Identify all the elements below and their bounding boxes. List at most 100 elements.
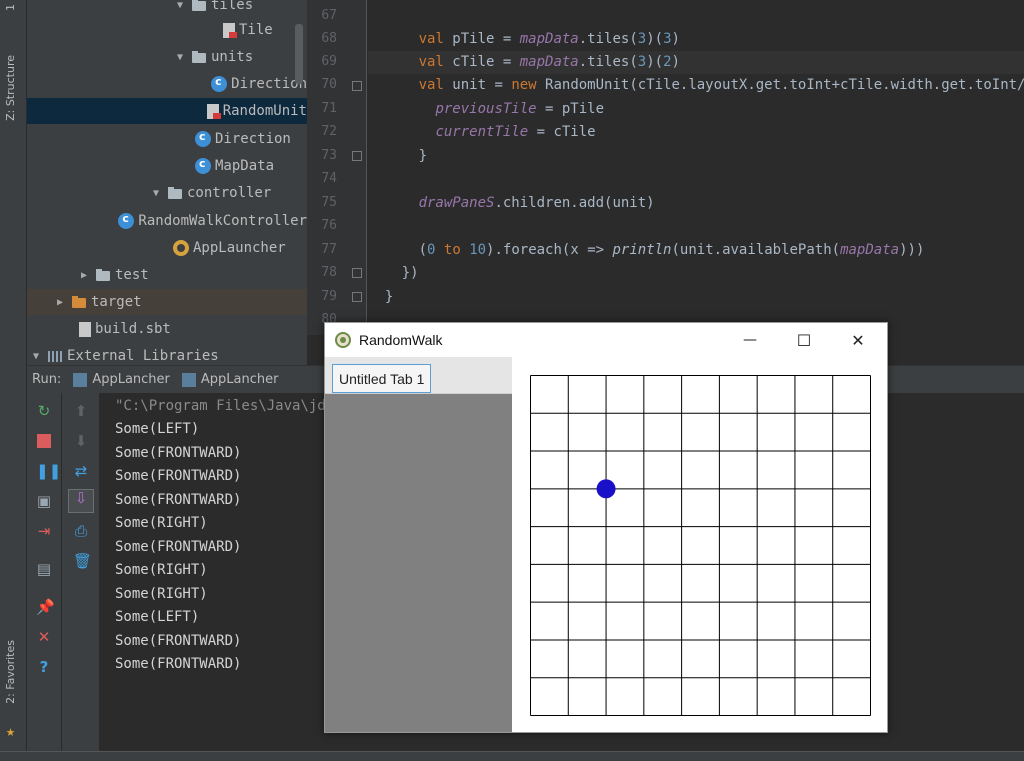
folder-icon bbox=[191, 49, 207, 65]
arrow-up-icon[interactable]: ⬆ bbox=[73, 403, 89, 419]
favorites-tool-tab[interactable]: 2: Favorites bbox=[4, 640, 17, 704]
code-line-73: } bbox=[368, 148, 428, 164]
fold-marker-icon[interactable] bbox=[352, 292, 362, 302]
line-number: 67 bbox=[321, 8, 337, 23]
help-icon[interactable]: ? bbox=[36, 659, 52, 675]
sbt-file-icon bbox=[79, 321, 91, 337]
fold-marker-icon[interactable] bbox=[352, 268, 362, 278]
tree-item-mapdata[interactable]: MapData bbox=[27, 153, 307, 179]
scroll-to-end-icon[interactable]: ⇩ bbox=[68, 489, 94, 513]
line-number: 70 bbox=[321, 77, 337, 92]
console-line: Some(RIGHT) bbox=[115, 562, 208, 578]
minimize-button[interactable]: — bbox=[727, 323, 773, 357]
project-tool-tab[interactable]: 1 bbox=[4, 4, 17, 11]
trash-icon[interactable]: 🗑 bbox=[73, 553, 92, 569]
rerun-icon[interactable]: ↻ bbox=[36, 403, 52, 419]
line-number: 71 bbox=[321, 101, 337, 116]
window-titlebar[interactable]: RandomWalk — ☐ ✕ bbox=[325, 323, 887, 357]
tab-untitled-1[interactable]: Untitled Tab 1 bbox=[332, 364, 432, 393]
fold-marker-icon[interactable] bbox=[352, 81, 362, 91]
window-title: RandomWalk bbox=[359, 332, 443, 348]
fold-marker-icon[interactable] bbox=[352, 151, 362, 161]
close-button[interactable]: ✕ bbox=[835, 323, 881, 357]
chevron-down-icon[interactable]: ▼ bbox=[173, 52, 187, 63]
editor-gutter: 67 68 69 70 71 72 73 74 75 76 77 78 79 8… bbox=[307, 0, 367, 335]
code-line-77: (0 to 10).foreach(x => println(unit.avai… bbox=[368, 242, 925, 258]
line-number: 77 bbox=[321, 242, 337, 257]
console-line: Some(FRONTWARD) bbox=[115, 633, 242, 649]
line-number: 72 bbox=[321, 124, 337, 139]
class-icon bbox=[211, 75, 228, 92]
line-number: 79 bbox=[321, 289, 337, 304]
console-line: Some(FRONTWARD) bbox=[115, 656, 242, 672]
tree-item-direction-unit[interactable]: Direction bbox=[27, 71, 307, 97]
console-line: Some(FRONTWARD) bbox=[115, 492, 242, 508]
randomwalk-window: RandomWalk — ☐ ✕ Untitled Tab 1 bbox=[324, 322, 888, 733]
class-icon bbox=[195, 157, 211, 174]
stop-icon[interactable] bbox=[36, 433, 52, 449]
code-line-71: previousTile = pTile bbox=[435, 101, 605, 117]
tree-item-applauncher[interactable]: AppLauncher bbox=[27, 235, 307, 261]
chevron-right-icon[interactable]: ▶ bbox=[53, 297, 67, 308]
camera-icon[interactable]: ▣ bbox=[36, 493, 52, 509]
tree-item-tile[interactable]: Tile bbox=[27, 17, 307, 43]
line-number: 68 bbox=[321, 31, 337, 46]
run-tab-1[interactable]: AppLancher bbox=[73, 372, 170, 387]
tab-pane: Untitled Tab 1 bbox=[325, 357, 512, 732]
chevron-down-icon[interactable]: ▼ bbox=[29, 351, 43, 362]
tree-item-randomwalkcontroller[interactable]: RandomWalkController bbox=[27, 208, 307, 234]
tile-grid[interactable] bbox=[530, 375, 871, 717]
line-number: 75 bbox=[321, 195, 337, 210]
structure-tool-tab[interactable]: Z: Structure bbox=[4, 55, 17, 121]
line-number: 73 bbox=[321, 148, 337, 163]
code-line-72: currentTile = cTile bbox=[435, 124, 596, 140]
soft-wrap-icon[interactable]: ⇄ bbox=[73, 463, 89, 479]
tree-item-direction[interactable]: Direction bbox=[27, 126, 307, 152]
run-config-icon bbox=[181, 372, 196, 387]
console-line: Some(LEFT) bbox=[115, 421, 200, 437]
app-logo-icon bbox=[335, 332, 351, 348]
tree-item-randomunit[interactable]: RandomUnit bbox=[27, 98, 307, 124]
run-tab-2[interactable]: AppLancher bbox=[181, 372, 278, 387]
code-line-79: } bbox=[368, 289, 394, 305]
tree-item-units[interactable]: ▼ units bbox=[27, 44, 307, 70]
line-number: 76 bbox=[321, 218, 337, 233]
tree-item-target[interactable]: ▶ target bbox=[27, 289, 307, 315]
chevron-down-icon[interactable]: ▼ bbox=[149, 188, 163, 199]
chevron-right-icon[interactable]: ▶ bbox=[77, 270, 91, 281]
folder-icon bbox=[191, 0, 207, 13]
run-toolbar-secondary: ⬆ ⬇ ⇄ ⇩ ⎙ 🗑 bbox=[62, 393, 100, 751]
tree-item-external-libraries[interactable]: ▼ External Libraries bbox=[27, 343, 307, 365]
tree-item-controller[interactable]: ▼ controller bbox=[27, 180, 307, 206]
arrow-down-icon[interactable]: ⬇ bbox=[73, 433, 89, 449]
tree-item-build-sbt[interactable]: build.sbt bbox=[27, 316, 307, 342]
folder-icon bbox=[71, 294, 87, 310]
project-tree: ▼tiles Tile ▼units Direction RandomUnit … bbox=[27, 0, 307, 365]
code-line-68: val pTile = mapData.tiles(3)(3) bbox=[418, 31, 680, 47]
console-line: Some(RIGHT) bbox=[115, 515, 208, 531]
console-line: Some(FRONTWARD) bbox=[115, 539, 242, 555]
code-line-75: drawPaneS.children.add(unit) bbox=[418, 195, 655, 211]
chevron-down-icon[interactable]: ▼ bbox=[173, 0, 187, 11]
tree-item-test[interactable]: ▶ test bbox=[27, 262, 307, 288]
run-label: Run: bbox=[32, 372, 62, 387]
object-icon bbox=[173, 240, 189, 256]
tree-scrollbar[interactable] bbox=[295, 24, 303, 84]
left-tool-strip: 1 Z: Structure 2: Favorites ★ bbox=[0, 0, 27, 761]
line-number: 74 bbox=[321, 171, 337, 186]
print-icon[interactable]: ⎙ bbox=[73, 523, 89, 539]
star-icon[interactable]: ★ bbox=[6, 722, 15, 740]
exit-icon[interactable]: ⇥ bbox=[36, 523, 52, 539]
console-line: Some(LEFT) bbox=[115, 609, 200, 625]
line-number: 78 bbox=[321, 265, 337, 280]
layout-icon[interactable]: ▤ bbox=[36, 561, 52, 577]
close-icon[interactable]: ✕ bbox=[36, 629, 52, 645]
code-line-69: val cTile = mapData.tiles(3)(2) bbox=[368, 51, 1024, 74]
code-editor[interactable]: val pTile = mapData.tiles(3)(3) val cTil… bbox=[368, 0, 1024, 335]
maximize-button[interactable]: ☐ bbox=[781, 323, 827, 357]
pause-icon[interactable]: ❚❚ bbox=[36, 463, 61, 479]
random-unit-marker bbox=[596, 479, 616, 499]
tree-item-tiles[interactable]: ▼ tiles bbox=[27, 0, 307, 18]
pin-icon[interactable]: 📌 bbox=[36, 599, 55, 615]
console-line: Some(FRONTWARD) bbox=[115, 468, 242, 484]
